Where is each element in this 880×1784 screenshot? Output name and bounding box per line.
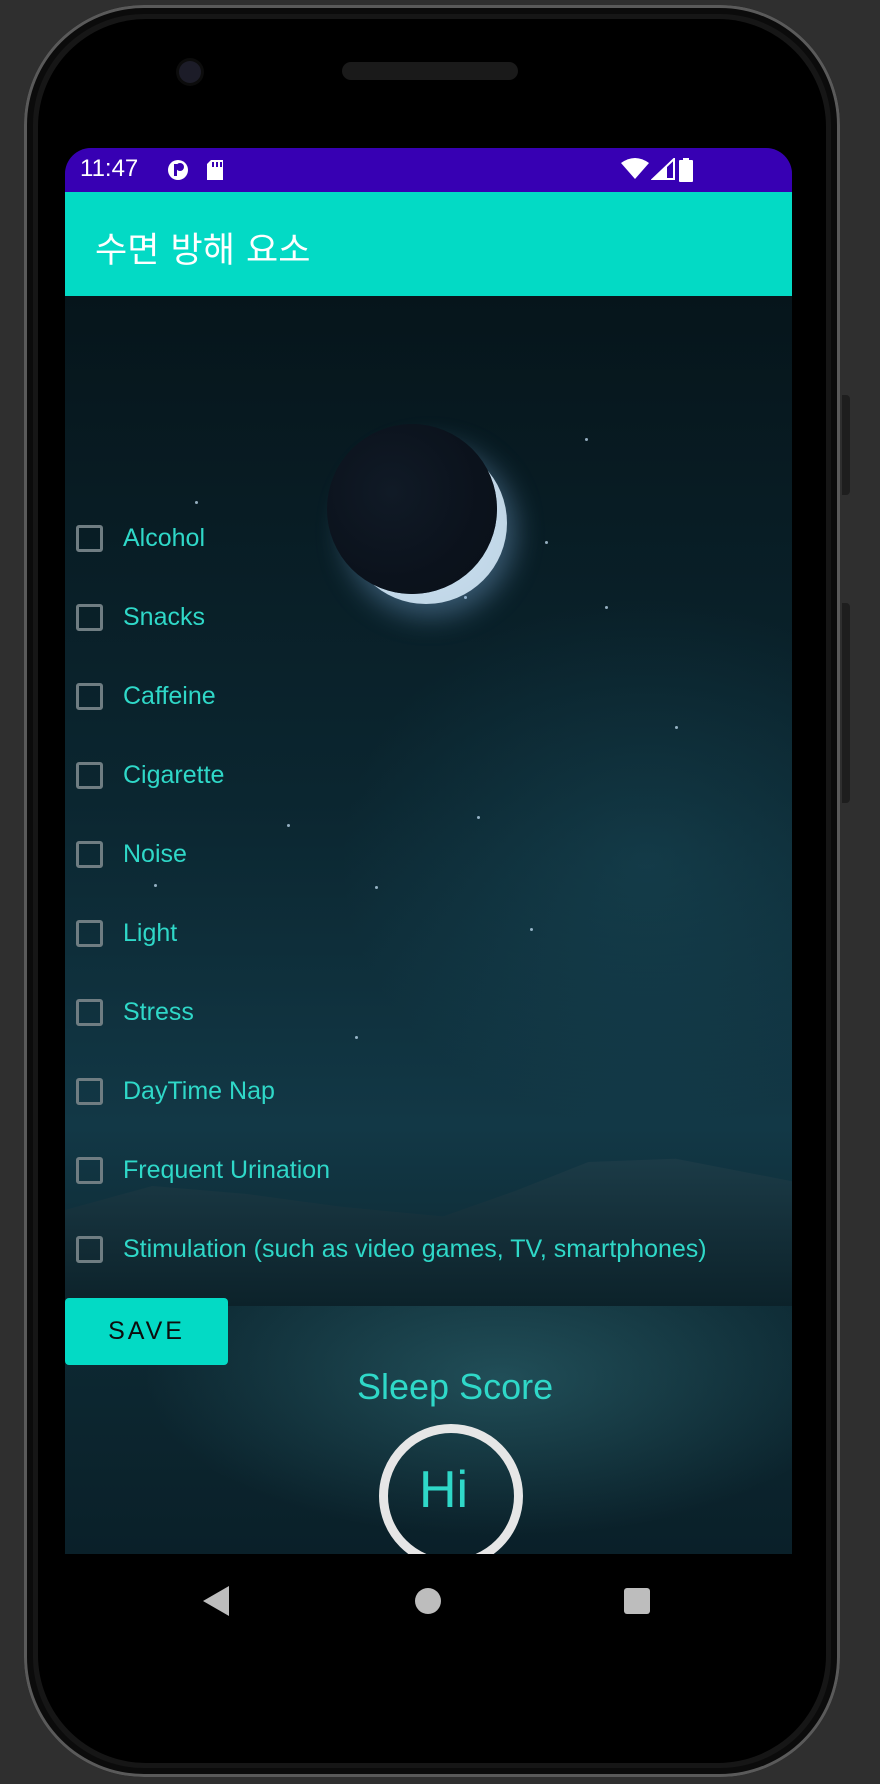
sleep-score-title: Sleep Score — [357, 1366, 554, 1407]
back-icon[interactable] — [203, 1586, 229, 1616]
checkbox-box[interactable] — [76, 1077, 103, 1105]
checkbox-box[interactable] — [76, 919, 103, 947]
checkbox-frequent-urination[interactable]: Frequent Urination — [76, 1150, 330, 1190]
battery-icon — [679, 158, 693, 182]
checkbox-box[interactable] — [76, 524, 103, 552]
navigation-bar — [65, 1554, 792, 1644]
checkbox-label: Cigarette — [123, 760, 225, 789]
sleep-factors-content: Alcohol Snacks Caffeine Cigarette Noise … — [65, 296, 792, 1554]
checkbox-stress[interactable]: Stress — [76, 992, 194, 1032]
checkbox-box[interactable] — [76, 1235, 103, 1263]
recents-icon[interactable] — [624, 1588, 650, 1614]
checkbox-cigarette[interactable]: Cigarette — [76, 755, 224, 795]
status-bar: 11:47 — [65, 148, 792, 192]
home-icon[interactable] — [415, 1588, 441, 1614]
save-button[interactable]: SAVE — [65, 1298, 228, 1365]
checkbox-label: Light — [123, 918, 178, 947]
power-button — [842, 603, 850, 803]
app-bar: 수면 방해 요소 — [65, 192, 792, 296]
status-time: 11:47 — [80, 155, 139, 182]
front-camera — [179, 61, 201, 83]
checkbox-snacks[interactable]: Snacks — [76, 597, 205, 637]
checkbox-label: DayTime Nap — [123, 1076, 275, 1105]
checkbox-label: Caffeine — [123, 681, 216, 710]
checkbox-label: Noise — [123, 839, 187, 868]
checkbox-label: Alcohol — [123, 523, 205, 552]
checkbox-caffeine[interactable]: Caffeine — [76, 676, 216, 716]
checkbox-label: Snacks — [123, 602, 205, 631]
checkbox-stimulation[interactable]: Stimulation (such as video games, TV, sm… — [76, 1229, 707, 1269]
signal-icon — [651, 158, 675, 180]
sd-card-icon — [207, 160, 223, 180]
screen: 11:47 수면 방해 요소 Alcohol Snacks Caffeine C… — [65, 148, 792, 1554]
page-title: 수면 방해 요소 — [95, 231, 311, 271]
checkbox-box[interactable] — [76, 998, 103, 1026]
wifi-icon — [621, 158, 649, 179]
checkbox-box[interactable] — [76, 603, 103, 631]
checkbox-daytime-nap[interactable]: DayTime Nap — [76, 1071, 275, 1111]
checkbox-light[interactable]: Light — [76, 913, 177, 953]
sleep-score-value: Hi — [419, 1461, 469, 1519]
volume-button — [842, 395, 850, 495]
checkbox-label: Frequent Urination — [123, 1155, 331, 1184]
checkbox-label: Stress — [123, 997, 194, 1026]
checkbox-box[interactable] — [76, 1156, 103, 1184]
checkbox-box[interactable] — [76, 682, 103, 710]
data-saver-icon — [168, 160, 188, 180]
checkbox-alcohol[interactable]: Alcohol — [76, 518, 205, 558]
checkbox-noise[interactable]: Noise — [76, 834, 187, 874]
checkbox-box[interactable] — [76, 761, 103, 789]
checkbox-label: Stimulation (such as video games, TV, sm… — [123, 1234, 707, 1263]
earpiece-speaker — [342, 62, 518, 80]
crescent-planet — [327, 424, 497, 594]
checkbox-box[interactable] — [76, 840, 103, 868]
